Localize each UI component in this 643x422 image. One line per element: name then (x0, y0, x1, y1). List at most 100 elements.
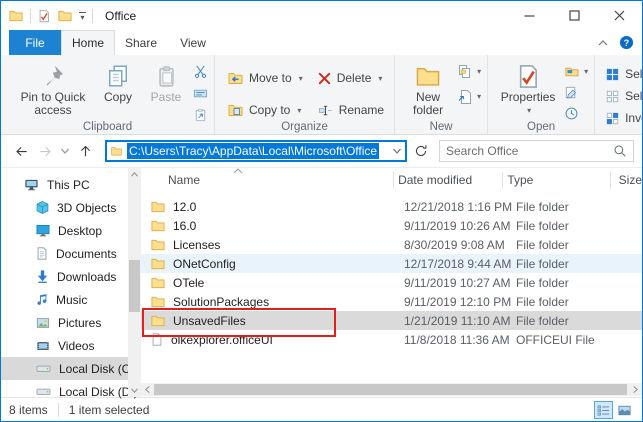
up-button[interactable] (73, 139, 97, 163)
select-group-label: Select (595, 121, 643, 133)
thumbnails-view-button[interactable] (615, 401, 634, 419)
main-area: This PC3D ObjectsDesktopDocumentsDownloa… (1, 168, 642, 397)
sort-ascending-icon (233, 168, 243, 174)
file-type: File folder (512, 276, 622, 290)
copy-to-button[interactable]: Copy to▾ (227, 100, 303, 120)
forward-button[interactable] (33, 139, 57, 163)
sidebar-item-3d-objects[interactable]: 3D Objects (1, 196, 128, 219)
new-item-button[interactable]: ▾ (457, 62, 481, 81)
sidebar-item-local-disk-d[interactable]: Local Disk (D:) (1, 380, 128, 403)
file-row-16-0[interactable]: 16.09/11/2019 10:26 AMFile folder (141, 216, 642, 235)
file-row-otele[interactable]: OTele9/11/2019 10:27 AMFile folder (141, 273, 642, 292)
sidebar-item-downloads[interactable]: Downloads (1, 265, 128, 288)
sidebar-item-music[interactable]: Music (1, 288, 128, 311)
address-dropdown-icon[interactable] (392, 147, 402, 155)
window-controls (507, 1, 642, 30)
sidebar-scrollbar-thumb[interactable] (129, 260, 140, 312)
column-header-name[interactable]: Name (150, 172, 394, 189)
scroll-up-icon[interactable] (130, 168, 139, 181)
scroll-left-icon[interactable] (141, 383, 154, 396)
file-row-solutionpackages[interactable]: SolutionPackages9/11/2019 12:10 PMFile f… (141, 292, 642, 311)
easy-access-button[interactable]: ▾ (457, 87, 481, 106)
scroll-right-icon[interactable] (629, 383, 642, 396)
select-all-icon (605, 67, 620, 82)
file-type: File folder (512, 200, 622, 214)
minimize-button[interactable] (507, 1, 552, 30)
qat-properties-icon[interactable] (37, 9, 51, 23)
file-explorer-window: ▾ Office File Home Share View ? Pin to Q… (0, 0, 643, 422)
folder-icon (150, 237, 166, 252)
minimize-ribbon-icon[interactable] (597, 38, 609, 47)
help-icon[interactable]: ? (619, 35, 634, 50)
new-folder-button[interactable]: New folder (401, 60, 455, 118)
address-path-text[interactable]: C:\Users\Tracy\AppData\Local\Microsoft\O… (127, 143, 379, 159)
select-all-label: Select all (625, 67, 643, 81)
horizontal-scrollbar[interactable] (141, 383, 642, 396)
column-header-size[interactable]: Size (611, 172, 642, 189)
rename-button[interactable]: Rename (317, 100, 384, 120)
tab-share[interactable]: Share (115, 30, 167, 55)
refresh-button[interactable] (409, 139, 433, 163)
file-type: File folder (512, 219, 622, 233)
dropdown-caret-icon: ▾ (584, 67, 588, 76)
file-row-olkexplorer-officeui[interactable]: olkexplorer.officeUI11/8/2018 11:36 AMOF… (141, 330, 642, 349)
file-row-12-0[interactable]: 12.012/21/2018 1:16 PMFile folder (141, 197, 642, 216)
delete-icon (317, 71, 332, 86)
details-view-button[interactable] (594, 401, 613, 419)
properties-button[interactable]: Properties ▾ (494, 60, 562, 118)
file-date-modified: 1/21/2019 11:10 AM (400, 314, 512, 328)
dropdown-caret-icon: ▾ (297, 106, 301, 115)
sidebar-item-pictures[interactable]: Pictures (1, 311, 128, 334)
file-row-licenses[interactable]: Licenses8/30/2019 9:08 AMFile folder (141, 235, 642, 254)
sidebar-item-local-disk-c[interactable]: Local Disk (C:) (1, 357, 128, 380)
sidebar-scrollbar[interactable] (128, 168, 141, 397)
file-name: SolutionPackages (173, 295, 269, 309)
open-button[interactable]: ▾ (564, 62, 588, 81)
maximize-button[interactable] (552, 1, 597, 30)
select-none-button[interactable]: Select none (605, 86, 643, 106)
paste-button[interactable]: Paste (141, 60, 191, 105)
select-none-label: Select none (625, 89, 643, 103)
ribbon-tab-row: File Home Share View ? (1, 30, 642, 55)
file-list: Name Date modified Type Size 12.012/21/2… (141, 168, 642, 397)
horizontal-scrollbar-thumb[interactable] (154, 384, 627, 395)
select-all-button[interactable]: Select all (605, 64, 643, 84)
column-header-type[interactable]: Type (503, 172, 610, 189)
search-icon[interactable] (613, 144, 627, 158)
move-to-button[interactable]: Move to▾ (227, 68, 303, 88)
close-button[interactable] (597, 1, 642, 30)
scroll-down-icon[interactable] (130, 384, 139, 397)
sidebar-item-this-pc[interactable]: This PC (1, 173, 128, 196)
tab-home[interactable]: Home (61, 30, 115, 55)
titlebar-divider (92, 9, 93, 23)
search-box[interactable] (439, 140, 634, 162)
copy-path-button[interactable] (193, 84, 208, 103)
pin-to-quick-access-button[interactable]: Pin to Quick access (11, 60, 95, 118)
back-button[interactable] (9, 139, 33, 163)
copy-button[interactable]: Copy (95, 60, 141, 105)
sidebar-item-videos[interactable]: Videos (1, 334, 128, 357)
address-bar[interactable]: C:\Users\Tracy\AppData\Local\Microsoft\O… (105, 140, 407, 162)
file-date-modified: 9/11/2019 12:10 PM (400, 295, 512, 309)
qat-new-folder-icon[interactable] (57, 8, 73, 23)
tab-view[interactable]: View (167, 30, 219, 55)
file-row-unsavedfiles[interactable]: UnsavedFiles1/21/2019 11:10 AMFile folde… (141, 311, 642, 330)
open-group-label: Open (488, 121, 594, 133)
delete-button[interactable]: Delete▾ (317, 68, 384, 88)
file-name: Licenses (173, 238, 220, 252)
column-headers: Name Date modified Type Size (141, 168, 642, 193)
sidebar-item-desktop[interactable]: Desktop (1, 219, 128, 242)
column-header-date-modified[interactable]: Date modified (394, 172, 503, 189)
edit-button[interactable] (564, 83, 588, 102)
sidebar-item-documents[interactable]: Documents (1, 242, 128, 265)
ribbon-group-organize: Move to▾ Delete▾ Copy to▾ Rename Organiz… (215, 55, 395, 134)
file-row-onetconfig[interactable]: ONetConfig12/17/2018 9:44 AMFile folder (141, 254, 642, 273)
search-input[interactable] (446, 144, 613, 158)
recent-locations-dropdown-icon[interactable] (57, 139, 73, 163)
qat-customize-dropdown-icon[interactable]: ▾ (79, 12, 86, 20)
tab-file[interactable]: File (9, 30, 61, 55)
cut-button[interactable] (193, 62, 208, 81)
pin-to-quick-access-label: Pin to Quick access (14, 91, 92, 117)
file-type: File folder (512, 238, 622, 252)
paste-icon (155, 61, 178, 91)
